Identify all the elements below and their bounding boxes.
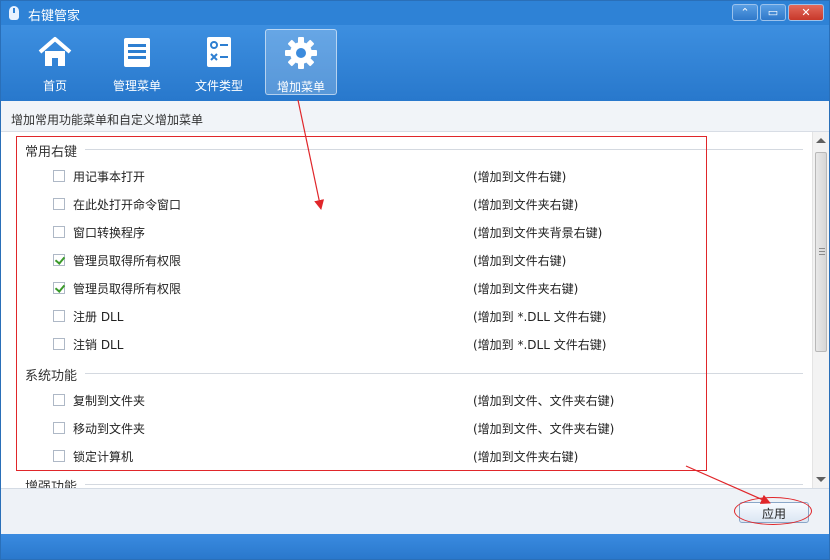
scroll-up-arrow-icon[interactable] — [816, 138, 826, 143]
page-description-bar: 增加常用功能菜单和自定义增加菜单 — [1, 101, 829, 132]
grip-line — [819, 251, 825, 252]
section-title-common: 常用右键 — [25, 145, 78, 160]
option-checkbox[interactable] — [53, 422, 65, 434]
option-label: 复制到文件夹 — [73, 394, 146, 408]
toolbar-item-file-types[interactable]: 文件类型 — [183, 29, 255, 95]
option-row[interactable]: 管理员取得所有权限 (增加到文件右键) — [1, 252, 801, 274]
option-label: 注册 DLL — [73, 310, 124, 324]
option-description: (增加到 *.DLL 文件右键) — [473, 338, 607, 352]
option-row[interactable]: 在此处打开命令窗口 (增加到文件夹右键) — [1, 196, 801, 218]
option-description: (增加到 *.DLL 文件右键) — [473, 310, 607, 324]
option-row[interactable]: 移动到文件夹 (增加到文件、文件夹右键) — [1, 420, 801, 442]
minimize-button[interactable]: ⌃ — [732, 4, 758, 21]
option-description: (增加到文件夹右键) — [473, 450, 579, 464]
section-divider — [85, 373, 803, 374]
app-window: 右键管家 ⌃ ▭ ✕ 首页 管理菜单 文件类型 增加菜单 增加常用功能菜单和自定… — [0, 0, 830, 560]
option-description: (增加到文件夹右键) — [473, 198, 579, 212]
option-description: (增加到文件、文件夹右键) — [473, 422, 615, 436]
section-title-enhanced: 增强功能 — [25, 480, 78, 488]
option-row[interactable]: 管理员取得所有权限 (增加到文件夹右键) — [1, 280, 801, 302]
option-row[interactable]: 用记事本打开 (增加到文件右键) — [1, 168, 801, 190]
option-checkbox[interactable] — [53, 198, 65, 210]
gear-icon — [285, 37, 317, 69]
option-checkbox-checked[interactable] — [53, 282, 65, 294]
toolbar-item-manage-menu[interactable]: 管理菜单 — [101, 29, 173, 95]
toolbar-item-add-menu[interactable]: 增加菜单 — [265, 29, 337, 95]
main-toolbar: 首页 管理菜单 文件类型 增加菜单 — [1, 25, 829, 101]
option-label: 用记事本打开 — [73, 170, 146, 184]
option-description: (增加到文件夹右键) — [473, 282, 579, 296]
toolbar-label-add-menu: 增加菜单 — [276, 80, 325, 94]
option-row[interactable]: 复制到文件夹 (增加到文件、文件夹右键) — [1, 392, 801, 414]
option-label: 移动到文件夹 — [73, 422, 146, 436]
option-row[interactable]: 窗口转换程序 (增加到文件夹背景右键) — [1, 224, 801, 246]
option-label: 管理员取得所有权限 — [73, 254, 182, 268]
grip-line — [819, 248, 825, 249]
section-divider — [85, 149, 803, 150]
toolbar-label-file-types: 文件类型 — [194, 79, 243, 93]
action-bar — [1, 488, 829, 535]
page-description: 增加常用功能菜单和自定义增加菜单 — [11, 113, 204, 127]
option-checkbox[interactable] — [53, 226, 65, 238]
toolbar-label-manage-menu: 管理菜单 — [112, 79, 161, 93]
maximize-button[interactable]: ▭ — [760, 4, 786, 21]
window-title: 右键管家 — [28, 9, 81, 24]
apply-button[interactable]: 应用 — [739, 502, 809, 523]
option-checkbox[interactable] — [53, 450, 65, 462]
status-bar — [1, 534, 829, 559]
section-divider — [85, 484, 803, 485]
option-row[interactable]: 锁定计算机 (增加到文件夹右键) — [1, 448, 801, 470]
grip-line — [819, 254, 825, 255]
option-label: 在此处打开命令窗口 — [73, 198, 182, 212]
option-checkbox[interactable] — [53, 394, 65, 406]
option-label: 锁定计算机 — [73, 450, 134, 464]
toolbar-label-home: 首页 — [42, 79, 67, 93]
option-label: 管理员取得所有权限 — [73, 282, 182, 296]
file-check-icon — [207, 37, 231, 67]
app-logo-icon — [9, 6, 19, 20]
option-description: (增加到文件右键) — [473, 170, 567, 184]
scroll-down-arrow-icon[interactable] — [816, 477, 826, 482]
option-checkbox[interactable] — [53, 170, 65, 182]
scrollbar-thumb[interactable] — [815, 152, 827, 352]
option-label: 注销 DLL — [73, 338, 124, 352]
close-button[interactable]: ✕ — [788, 4, 824, 21]
option-row[interactable]: 注册 DLL (增加到 *.DLL 文件右键) — [1, 308, 801, 330]
menu-option-list[interactable]: 常用右键 用记事本打开 (增加到文件右键) 在此处打开命令窗口 (增加到文件夹右… — [1, 132, 812, 488]
section-title-system: 系统功能 — [25, 369, 78, 384]
list-icon — [124, 38, 150, 67]
option-checkbox[interactable] — [53, 310, 65, 322]
option-description: (增加到文件、文件夹右键) — [473, 394, 615, 408]
toolbar-item-home[interactable]: 首页 — [19, 29, 91, 95]
vertical-scrollbar[interactable] — [812, 132, 829, 488]
option-label: 窗口转换程序 — [73, 226, 146, 240]
title-bar[interactable]: 右键管家 ⌃ ▭ ✕ — [1, 1, 829, 25]
option-checkbox[interactable] — [53, 338, 65, 350]
option-row[interactable]: 注销 DLL (增加到 *.DLL 文件右键) — [1, 336, 801, 358]
option-description: (增加到文件右键) — [473, 254, 567, 268]
option-checkbox-checked[interactable] — [53, 254, 65, 266]
option-description: (增加到文件夹背景右键) — [473, 226, 603, 240]
home-icon — [38, 37, 72, 66]
